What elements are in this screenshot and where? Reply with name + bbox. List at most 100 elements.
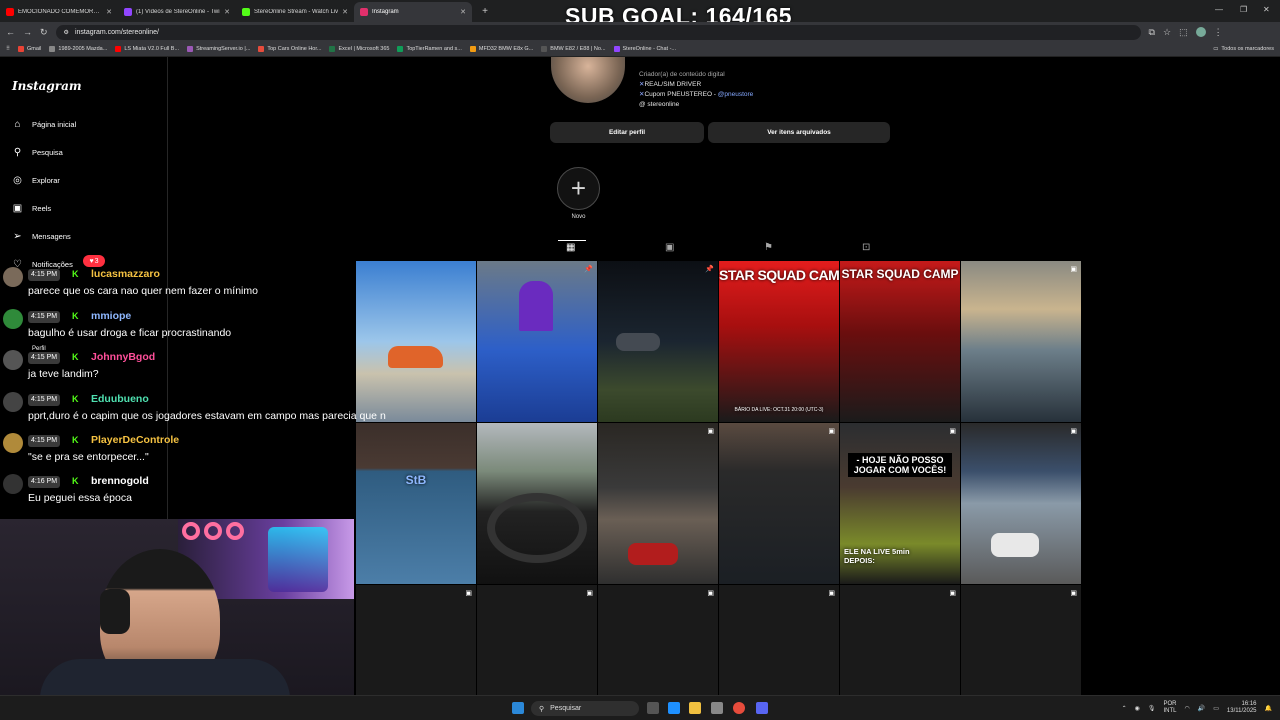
clock[interactable]: 16:16 13/11/2025 [1227, 701, 1257, 715]
install-icon[interactable]: ⧉ [1149, 27, 1155, 38]
bookmark[interactable]: Excel | Microsoft 365 [329, 46, 389, 52]
close-window-icon[interactable]: ✕ [1263, 5, 1270, 14]
task-view-icon[interactable] [647, 702, 659, 714]
copilot-icon[interactable] [668, 702, 680, 714]
browser-tab[interactable]: (1) Vídeos de StereOnline - Twi ✕ [118, 2, 236, 22]
start-icon[interactable] [512, 702, 524, 714]
site-info-icon[interactable]: ⚙ [64, 29, 69, 36]
post-tile[interactable]: - HOJE NÃO POSSO JOGAR COM VOCÊS! ELE NA … [840, 423, 960, 584]
post-tile[interactable]: STAR SQUAD CAMP BÁRIO DA LIVE: OCT.31 20:… [719, 261, 839, 422]
bookmark[interactable]: StreamingServer.io |... [187, 46, 250, 52]
chevron-up-icon[interactable]: ⌃ [1122, 705, 1127, 712]
bookmark[interactable]: BMW E82 / E88 | No... [541, 46, 606, 52]
sidebar-item-search[interactable]: ⚲ Pesquisa [12, 147, 63, 158]
bio-line: Cupom PNEUSTEREO - [644, 91, 718, 98]
chrome-icon[interactable] [733, 702, 745, 714]
post-tile[interactable] [356, 261, 476, 422]
chat-timestamp: 4:15 PM [28, 269, 61, 281]
tab-tagged[interactable]: ⊡ [862, 242, 870, 253]
view-archive-button[interactable]: Ver itens arquivados [708, 122, 890, 143]
bookmark[interactable]: LS Miata V2.0 Full B... [115, 46, 179, 52]
car-shape [388, 346, 443, 368]
headset [100, 589, 130, 634]
all-bookmarks-folder[interactable]: ▭ Todos os marcadores [1213, 46, 1274, 52]
volume-icon[interactable]: 🔊 [1198, 705, 1205, 712]
taskbar-search[interactable]: ⚲ Pesquisar [531, 701, 639, 716]
post-tile[interactable]: 📌 [477, 261, 597, 422]
notification-bell-icon[interactable]: 🔔 [1265, 705, 1272, 712]
bookmark-label: MFD32 BMW E8x G... [478, 46, 534, 52]
bio-mention-link[interactable]: @pneustore [718, 91, 754, 98]
battery-icon[interactable]: ▭ [1213, 705, 1219, 712]
browser-tab-active[interactable]: Instagram ✕ [354, 2, 472, 22]
bookmark[interactable]: MFD32 BMW E8x G... [469, 46, 534, 52]
edit-profile-button[interactable]: Editar perfil [550, 122, 704, 143]
back-icon[interactable]: ← [6, 27, 15, 37]
new-tab-button[interactable]: + [478, 6, 492, 17]
minimize-icon[interactable]: — [1215, 5, 1223, 14]
chat-timestamp: 4:15 PM [28, 394, 61, 406]
tray-app-icon[interactable]: ◉ [1135, 705, 1140, 712]
address-bar[interactable]: ⚙ instagram.com/stereonline/ [55, 24, 1141, 40]
instagram-logo[interactable]: Instagram [12, 79, 82, 93]
post-tile[interactable]: STAR SQUAD CAMP [840, 261, 960, 422]
bookmark[interactable]: Gmail [18, 46, 41, 52]
close-tab-icon[interactable]: ✕ [342, 8, 348, 16]
post-tile[interactable]: ▣ [961, 585, 1081, 695]
post-tile[interactable]: ▣ [719, 585, 839, 695]
post-tile[interactable]: 📌 [598, 261, 718, 422]
messenger-icon: ➢ [13, 231, 22, 242]
instagram-icon [360, 8, 368, 16]
reload-icon[interactable]: ↻ [40, 27, 48, 38]
star-icon[interactable]: ☆ [1163, 27, 1171, 38]
post-tile[interactable]: ▣ [477, 585, 597, 695]
light-ring [204, 522, 222, 540]
discord-icon[interactable] [756, 702, 768, 714]
chat-timestamp: 4:15 PM [28, 352, 61, 364]
post-caption: STAR SQUAD CAMP [719, 267, 839, 283]
close-tab-icon[interactable]: ✕ [224, 8, 230, 16]
bookmark[interactable]: TopTierRamen and s... [397, 46, 462, 52]
tab-label: Instagram [372, 9, 399, 15]
kick-badge-icon: K [72, 394, 79, 404]
profile-avatar-icon[interactable] [1195, 27, 1206, 37]
close-tab-icon[interactable]: ✕ [106, 8, 112, 16]
store-icon[interactable] [711, 702, 723, 714]
new-highlight-button[interactable]: + [557, 167, 600, 210]
post-tile[interactable]: ▣ [961, 423, 1081, 584]
post-tile[interactable]: StB [356, 423, 476, 584]
wifi-icon[interactable]: ◠ [1185, 705, 1190, 712]
sidebar-item-messages[interactable]: ➢ Mensagens [12, 231, 70, 242]
tab-saved[interactable]: ⚑ [764, 242, 773, 253]
post-tile[interactable]: ▣ [356, 585, 476, 695]
lang-code: POR [1163, 701, 1177, 707]
close-tab-icon[interactable]: ✕ [460, 8, 466, 16]
browser-tab[interactable]: EMOCIONADO COMEMORO!J ✕ [0, 2, 118, 22]
bookmark[interactable]: StereOnline - Chat -... [613, 46, 676, 52]
reel-icon: ▣ [1070, 590, 1077, 597]
apps-icon[interactable]: ⠿ [6, 46, 10, 52]
post-tile[interactable]: ▣ [961, 261, 1081, 422]
menu-icon[interactable]: ⋮ [1214, 27, 1223, 38]
post-tile[interactable]: ▣ [598, 585, 718, 695]
profile-avatar[interactable] [551, 57, 625, 103]
post-tile[interactable]: ▣ [719, 423, 839, 584]
sidebar-item-home[interactable]: ⌂ Página inicial [12, 119, 76, 130]
sidebar-item-explore[interactable]: ◎ Explorar [12, 175, 60, 186]
tab-reels[interactable]: ▣ [665, 242, 674, 253]
extensions-icon[interactable]: ⬚ [1179, 27, 1188, 38]
maximize-icon[interactable]: ❐ [1240, 5, 1247, 14]
tab-posts[interactable]: ▦ [566, 242, 575, 253]
microphone-icon[interactable]: 🎙 [1148, 705, 1156, 712]
language-indicator[interactable]: POR INTL [1164, 701, 1177, 715]
post-tile[interactable]: ▣ [598, 423, 718, 584]
sidebar-item-reels[interactable]: ▣ Reels [12, 203, 51, 214]
bookmark[interactable]: Top Cars Online Hor... [258, 46, 321, 52]
post-tile[interactable]: ▣ [840, 585, 960, 695]
browser-tab[interactable]: StereOnline Stream - Watch Liv ✕ [236, 2, 354, 22]
threads-handle[interactable]: stereonline [647, 101, 679, 108]
file-explorer-icon[interactable] [689, 702, 701, 714]
post-tile[interactable] [477, 423, 597, 584]
bookmark[interactable]: 1989-2005 Mazda... [49, 46, 107, 52]
forward-icon[interactable]: → [23, 27, 32, 37]
